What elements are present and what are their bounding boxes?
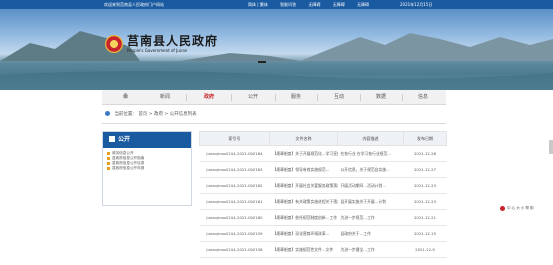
col-header-index: 索引号 <box>199 131 270 146</box>
cell-date: 2021-12-23 <box>403 177 447 194</box>
cell-title[interactable]: 【规章制度】有关政策实施进程关于落实… <box>269 193 338 210</box>
widget-label[interactable]: 大 <box>516 206 520 211</box>
cell-desc: 为进一步规范…工作 <box>337 209 404 226</box>
cell-index: junanjmxs0104-2021-000162 <box>199 177 270 194</box>
cell-desc: 公开信息，关于规范自实施… <box>337 161 404 178</box>
breadcrumb-item-current: 公开信息列表 <box>169 112 197 117</box>
top-link-accessibility[interactable]: 无障碍 <box>308 2 320 7</box>
widget-label[interactable]: 小 <box>521 206 525 211</box>
cell-date: 2021-12-27 <box>403 161 447 178</box>
main-nav: 新闻 政府 公开 服务 互动 数据 信息 <box>102 90 446 105</box>
cell-date: 2021-12-21 <box>403 209 447 226</box>
info-table: 索引号 文件名称 内容描述 发布日期 junanjmxs0104-2021-00… <box>199 131 447 265</box>
cell-date: 2021-12-28 <box>403 145 447 162</box>
location-icon <box>105 111 110 116</box>
cell-date: 2021-12-9 <box>403 241 447 258</box>
breadcrumb-prefix: 当前位置： <box>114 112 137 117</box>
side-item-label: 政务信息公开 <box>112 151 134 155</box>
table-row[interactable]: junanjmxs0104-2021-000160 【规章制度】依托规范制度创新…… <box>199 209 447 226</box>
table-row[interactable]: junanjmxs0104-2021-000159 【规章制度】深化营商环境改革…… <box>199 225 447 242</box>
col-header-desc: 内容描述 <box>337 131 404 146</box>
banner-landscape <box>0 31 553 90</box>
cell-desc: 县开展实施关于开展…计划 <box>337 193 404 210</box>
nav-item-data[interactable]: 数据 <box>362 90 400 105</box>
bullet-icon <box>107 166 110 170</box>
widget-label[interactable]: 心 <box>512 206 516 211</box>
widget-label[interactable]: 帮 <box>525 206 529 211</box>
cell-desc: 为进一步健全…工作 <box>337 241 404 258</box>
nav-item-service[interactable]: 服务 <box>277 90 315 105</box>
nav-item-info[interactable]: 信息 <box>404 90 442 105</box>
side-item-label: 县政府信息公开目录 <box>112 161 145 165</box>
breadcrumb-item-home[interactable]: 首页 <box>138 112 147 117</box>
top-bar: 欢迎来到莒南县人民政府门户网站 简体 | 繁体 智能问答 无障碍 无障碍 无障碍… <box>0 0 553 9</box>
national-emblem-icon <box>105 35 123 53</box>
welcome-text: 欢迎来到莒南县人民政府门户网站 <box>104 2 164 7</box>
top-date: 2021年12月15日 <box>400 2 433 7</box>
cell-title[interactable]: 【规章制度】依托规范制度创新…工作 <box>269 209 338 226</box>
nav-item-interaction[interactable]: 互动 <box>320 90 358 105</box>
nav-item-news[interactable]: 新闻 <box>146 90 184 105</box>
divider <box>102 123 446 124</box>
side-panel-header: 公开 <box>103 132 191 148</box>
top-link-4[interactable]: 无障碍 <box>357 2 369 7</box>
side-item[interactable]: 县政府信息公开年报 <box>107 166 187 171</box>
side-item-label: 县政府信息公开年报 <box>112 166 145 170</box>
side-list: 政务信息公开 县政府信息公开指南 县政府信息公开目录 县政府信息公开年报 <box>103 148 191 174</box>
top-link-qa[interactable]: 智能问答 <box>280 2 296 7</box>
cell-date: 2021-12-15 <box>403 225 447 242</box>
cell-title[interactable]: 【规章制度】深化营商环境改革… <box>269 225 338 242</box>
widget-icon <box>500 206 505 211</box>
cell-desc: 在各行业 在学习各行业规范… <box>337 145 404 162</box>
scrollbar-thumb[interactable] <box>549 140 553 154</box>
widget-label[interactable]: 中 <box>507 206 511 211</box>
table-row[interactable]: junanjmxs0104-2021-000158 【规章制度】实施规范性文件…文… <box>199 241 447 258</box>
top-link-3[interactable]: 无障碍 <box>333 2 345 7</box>
cell-title[interactable]: 【规章制度】领导有效实施规范… <box>269 161 338 178</box>
cell-title[interactable]: 【规章制度】开展社会关爱服务政策落实… <box>269 177 338 194</box>
bullet-icon <box>107 151 110 155</box>
accessibility-widget[interactable]: 中 心 大 小 帮 助 <box>500 203 553 214</box>
table-row[interactable]: junanjmxs0104-2021-000162 【规章制度】开展社会关爱服务政… <box>199 177 447 194</box>
widget-label[interactable]: 助 <box>530 206 534 211</box>
top-links: 简体 | 繁体 智能问答 无障碍 无障碍 无障碍 <box>248 0 380 9</box>
bullet-icon <box>107 156 110 160</box>
nav-home-icon[interactable] <box>106 90 144 105</box>
cell-title[interactable]: 【规章制度】关于开展规范化…学习宣传… <box>269 145 338 162</box>
bullet-icon <box>107 161 110 165</box>
cell-index: junanjmxs0104-2021-000164 <box>199 145 270 162</box>
table-row[interactable]: junanjmxs0104-2021-000163 【规章制度】领导有效实施规范…… <box>199 161 447 178</box>
table-header-row: 索引号 文件名称 内容描述 发布日期 <box>199 131 447 146</box>
side-panel: 公开 政务信息公开 县政府信息公开指南 县政府信息公开目录 县政府信息公开年报 <box>102 131 192 206</box>
nav-item-public[interactable]: 公开 <box>234 90 272 105</box>
cell-index: junanjmxs0104-2021-000158 <box>199 241 270 258</box>
side-panel-title: 公开 <box>118 136 131 143</box>
col-header-date: 发布日期 <box>403 131 447 146</box>
cell-index: junanjmxs0104-2021-000161 <box>199 193 270 210</box>
breadcrumb-item-government[interactable]: 政府 <box>154 112 163 117</box>
side-item-label: 县政府信息公开指南 <box>112 156 145 160</box>
breadcrumb: 当前位置： 首页 > 政府 > 公开信息列表 <box>105 110 197 120</box>
cell-index: junanjmxs0104-2021-000159 <box>199 225 270 242</box>
cell-index: junanjmxs0104-2021-000160 <box>199 209 270 226</box>
site-logo[interactable]: 莒南县人民政府 People's Government of Junan <box>105 35 218 53</box>
nav-item-government[interactable]: 政府 <box>190 90 228 105</box>
site-name: 莒南县人民政府 <box>127 34 219 48</box>
table-row[interactable]: junanjmxs0104-2021-000164 【规章制度】关于开展规范化…学… <box>199 145 447 162</box>
cell-index: junanjmxs0104-2021-000163 <box>199 161 270 178</box>
banner: 莒南县人民政府 People's Government of Junan <box>0 9 553 90</box>
col-header-title: 文件名称 <box>269 131 338 146</box>
square-icon <box>109 136 115 142</box>
site-name-en: People's Government of Junan <box>127 48 188 53</box>
cell-desc: 县政府关于…工作 <box>337 225 404 242</box>
cell-title[interactable]: 【规章制度】实施规范性文件…文件 <box>269 241 338 258</box>
home-icon <box>122 92 128 99</box>
top-link-lang[interactable]: 简体 | 繁体 <box>248 2 268 7</box>
cell-desc: 开展活动期间…活动计划… <box>337 177 404 194</box>
cell-date: 2021-12-23 <box>403 193 447 210</box>
table-row[interactable]: junanjmxs0104-2021-000161 【规章制度】有关政策实施进程关… <box>199 193 447 210</box>
